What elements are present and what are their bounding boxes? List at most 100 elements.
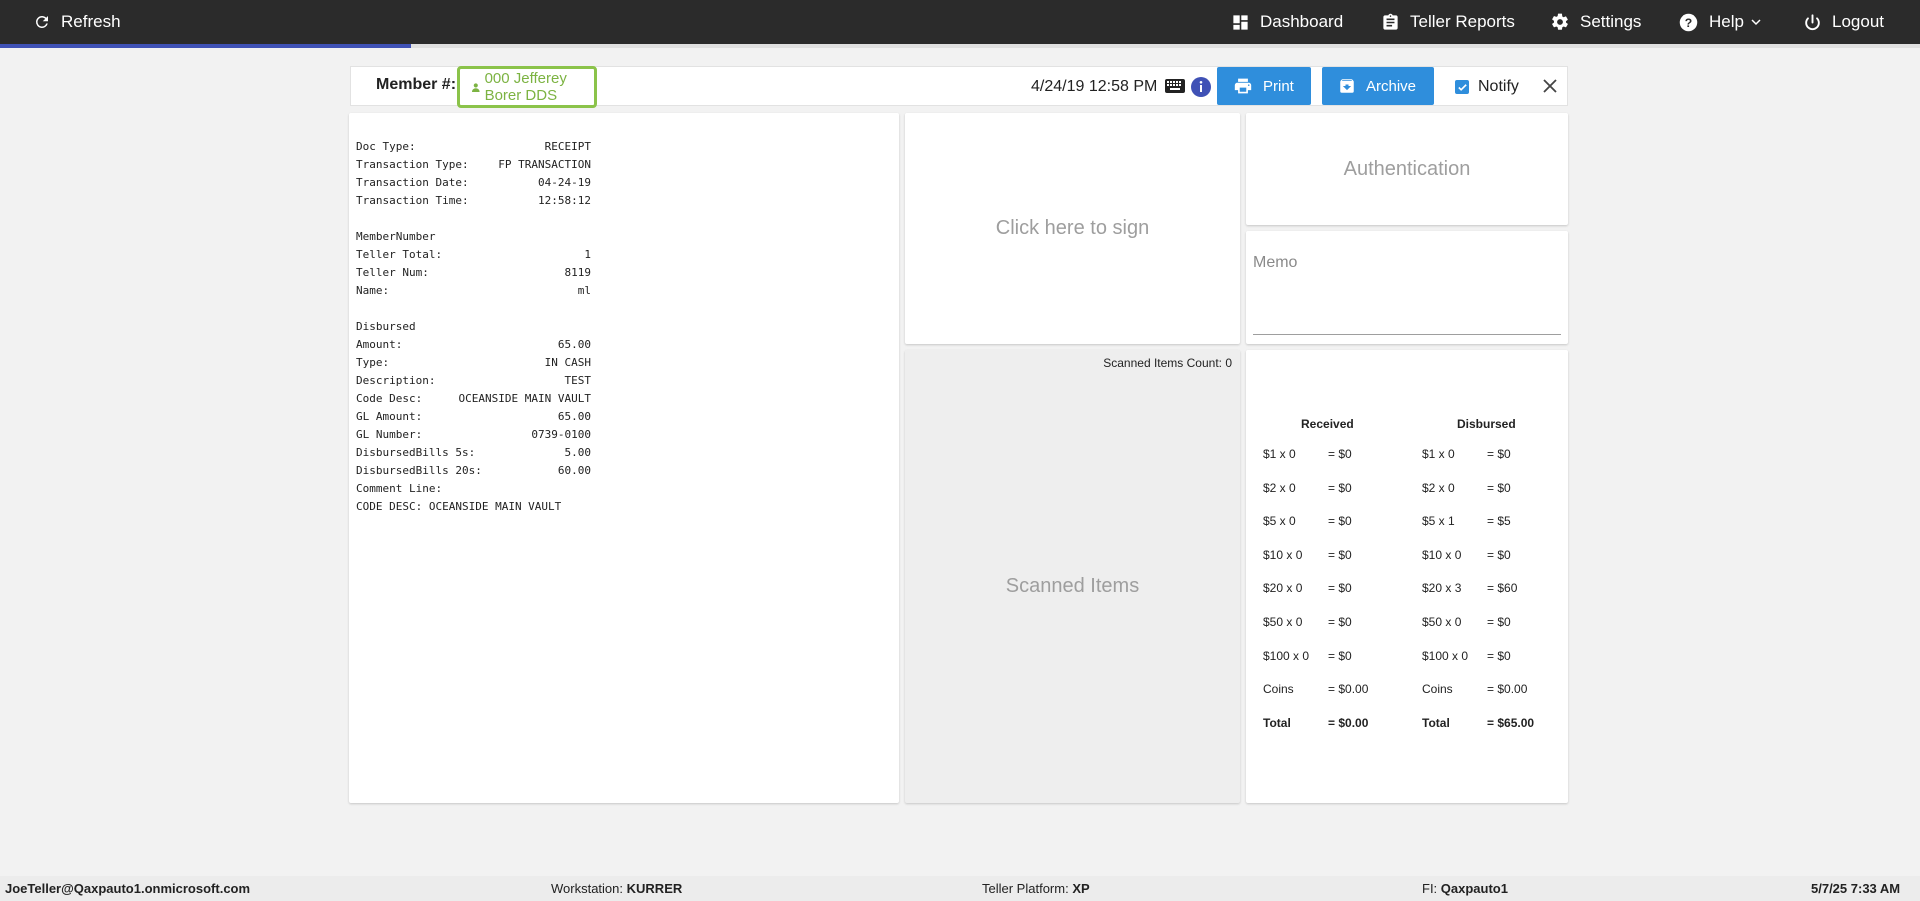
- receipt-line: CODE DESC: OCEANSIDE MAIN VAULT: [356, 498, 591, 516]
- info-icon[interactable]: [1191, 77, 1211, 97]
- fi-value: Qaxpauto1: [1440, 881, 1508, 896]
- received-denomination: $20 x 0: [1263, 581, 1303, 596]
- notify-label: Notify: [1478, 78, 1519, 95]
- signature-pad[interactable]: Click here to sign: [905, 113, 1240, 344]
- receipt-line: Comment Line:: [356, 480, 591, 498]
- disbursed-amount: = $0: [1487, 480, 1511, 495]
- teller-reports-label: Teller Reports: [1410, 12, 1515, 31]
- received-amount: = $0: [1328, 547, 1352, 562]
- receipt-line: Type: IN CASH: [356, 354, 591, 372]
- receipt-line: Transaction Date: 04-24-19: [356, 174, 591, 192]
- disbursed-denomination: $20 x 3: [1422, 581, 1462, 596]
- receipt-line: Name: ml: [356, 282, 591, 300]
- receipt-line: Description: TEST: [356, 372, 591, 390]
- received-denomination: $5 x 0: [1263, 514, 1296, 529]
- receipt-line: [356, 210, 591, 228]
- footer-user: JoeTeller@Qaxpauto1.onmicrosoft.com: [5, 881, 251, 896]
- disbursed-denomination: Total: [1422, 715, 1450, 730]
- receipt-value: 8119: [564, 266, 592, 279]
- receipt-text: Doc Type: RECEIPT Transaction Type: FP TRAN…: [356, 138, 591, 516]
- scanned-items-panel: Scanned Items Count: 0 Scanned Items: [905, 350, 1240, 803]
- receipt-line: Disbursed: [356, 318, 591, 336]
- footer-fi: FI: Qaxpauto1: [1422, 881, 1508, 896]
- scanned-items-count: Scanned Items Count: 0: [1103, 356, 1232, 370]
- received-amount: = $0: [1328, 648, 1352, 663]
- receipt-key: GL Number:: [356, 428, 423, 441]
- checkbox-checked-icon: [1455, 80, 1469, 94]
- receipt-key: MemberNumber: [356, 230, 436, 243]
- print-button[interactable]: Print: [1217, 67, 1311, 105]
- logout-button[interactable]: Logout: [1803, 0, 1884, 44]
- disbursed-amount: = $0: [1487, 615, 1511, 629]
- logout-label: Logout: [1832, 12, 1884, 31]
- member-value: 000 Jefferey Borer DDS: [484, 70, 567, 104]
- receipt-key: Doc Type:: [356, 140, 416, 153]
- receipt-key: Disbursed: [356, 320, 416, 333]
- cash-summary-panel: Received Disbursed $1 x 0 = $0 $2 x 0 = $0 $…: [1246, 350, 1568, 803]
- svg-text:?: ?: [1685, 15, 1692, 29]
- disbursed-amount: = $0: [1487, 547, 1511, 562]
- gear-icon: [1552, 13, 1568, 30]
- receipt-line: DisbursedBills 20s: 60.00: [356, 462, 591, 480]
- receipt-line: Code Desc: OCEANSIDE MAIN VAULT: [356, 390, 591, 408]
- help-icon: ?: [1679, 13, 1698, 31]
- top-navbar: Refresh Dashboard Teller Reports Setting…: [0, 0, 1920, 48]
- refresh-button[interactable]: Refresh: [33, 0, 121, 44]
- dashboard-button[interactable]: Dashboard: [1231, 0, 1343, 44]
- disbursed-denomination: Coins: [1422, 682, 1453, 697]
- receipt-key: DisbursedBills 5s:: [356, 446, 476, 459]
- disbursed-amount: = $0.00: [1487, 682, 1528, 697]
- received-denomination: $2 x 0: [1263, 480, 1296, 495]
- platform-label: Teller Platform:: [982, 881, 1069, 896]
- help-menu-button[interactable]: ? Help: [1678, 0, 1772, 44]
- workstation-label: Workstation:: [551, 881, 624, 896]
- receipt-key: Transaction Type:: [356, 158, 469, 171]
- notify-checkbox[interactable]: Notify: [1455, 78, 1519, 96]
- status-footer: JoeTeller@Qaxpauto1.onmicrosoft.com Work…: [0, 876, 1920, 901]
- memo-label: Memo: [1253, 254, 1298, 271]
- receipt-key: Comment Line:: [356, 482, 443, 495]
- disbursed-amount: = $5: [1487, 514, 1511, 529]
- power-icon: [1805, 13, 1820, 30]
- receipt-value: 65.00: [557, 410, 591, 423]
- archive-icon: [1340, 79, 1354, 93]
- transaction-datetime: 4/24/19 12:58 PM: [1031, 78, 1158, 95]
- receipt-key: Name:: [356, 284, 390, 297]
- received-denomination: $1 x 0: [1263, 447, 1296, 461]
- keyboard-icon[interactable]: [1165, 79, 1185, 93]
- loading-progress-bar: [0, 44, 1920, 48]
- receipt-key: DisbursedBills 20s:: [356, 464, 482, 477]
- settings-button[interactable]: Settings: [1550, 0, 1641, 44]
- received-amount: = $0: [1328, 581, 1352, 596]
- received-header: Received: [1301, 417, 1354, 431]
- receipt-preview: Doc Type: RECEIPT Transaction Type: FP TRAN…: [349, 113, 988, 803]
- received-amount: = $0: [1328, 514, 1352, 529]
- close-icon[interactable]: [1542, 78, 1558, 94]
- disbursed-denomination: $5 x 1: [1422, 514, 1455, 529]
- receipt-value: 0739-0100: [531, 428, 591, 441]
- disbursed-amount: = $0: [1487, 447, 1511, 461]
- teller-reports-button[interactable]: Teller Reports: [1381, 0, 1515, 44]
- receipt-line: Amount: 65.00: [356, 336, 591, 354]
- disbursed-header: Disbursed: [1457, 417, 1516, 431]
- refresh-icon: [35, 15, 48, 28]
- archive-button[interactable]: Archive: [1322, 67, 1434, 105]
- receipt-key: Amount:: [356, 338, 403, 351]
- print-label: Print: [1263, 77, 1294, 95]
- scanned-items-label: Scanned Items: [1005, 575, 1140, 597]
- authentication-panel[interactable]: Authentication: [1246, 113, 1568, 225]
- member-label: Member #:: [376, 76, 457, 93]
- receipt-line: Teller Num: 8119: [356, 264, 591, 282]
- settings-label: Settings: [1580, 12, 1642, 31]
- received-amount: = $0: [1328, 480, 1352, 495]
- received-amount: = $0: [1328, 447, 1352, 461]
- receipt-value: 5.00: [564, 446, 592, 459]
- member-selector[interactable]: 000 Jefferey Borer DDS: [457, 66, 597, 108]
- signature-label: Click here to sign: [995, 217, 1150, 239]
- receipt-value: 04-24-19: [538, 176, 591, 189]
- receipt-line: Doc Type: RECEIPT: [356, 138, 591, 156]
- clipboard-icon: [1383, 13, 1398, 30]
- dashboard-icon: [1233, 14, 1248, 30]
- disbursed-denomination: $100 x 0: [1422, 648, 1469, 663]
- memo-field[interactable]: Memo: [1246, 231, 1568, 344]
